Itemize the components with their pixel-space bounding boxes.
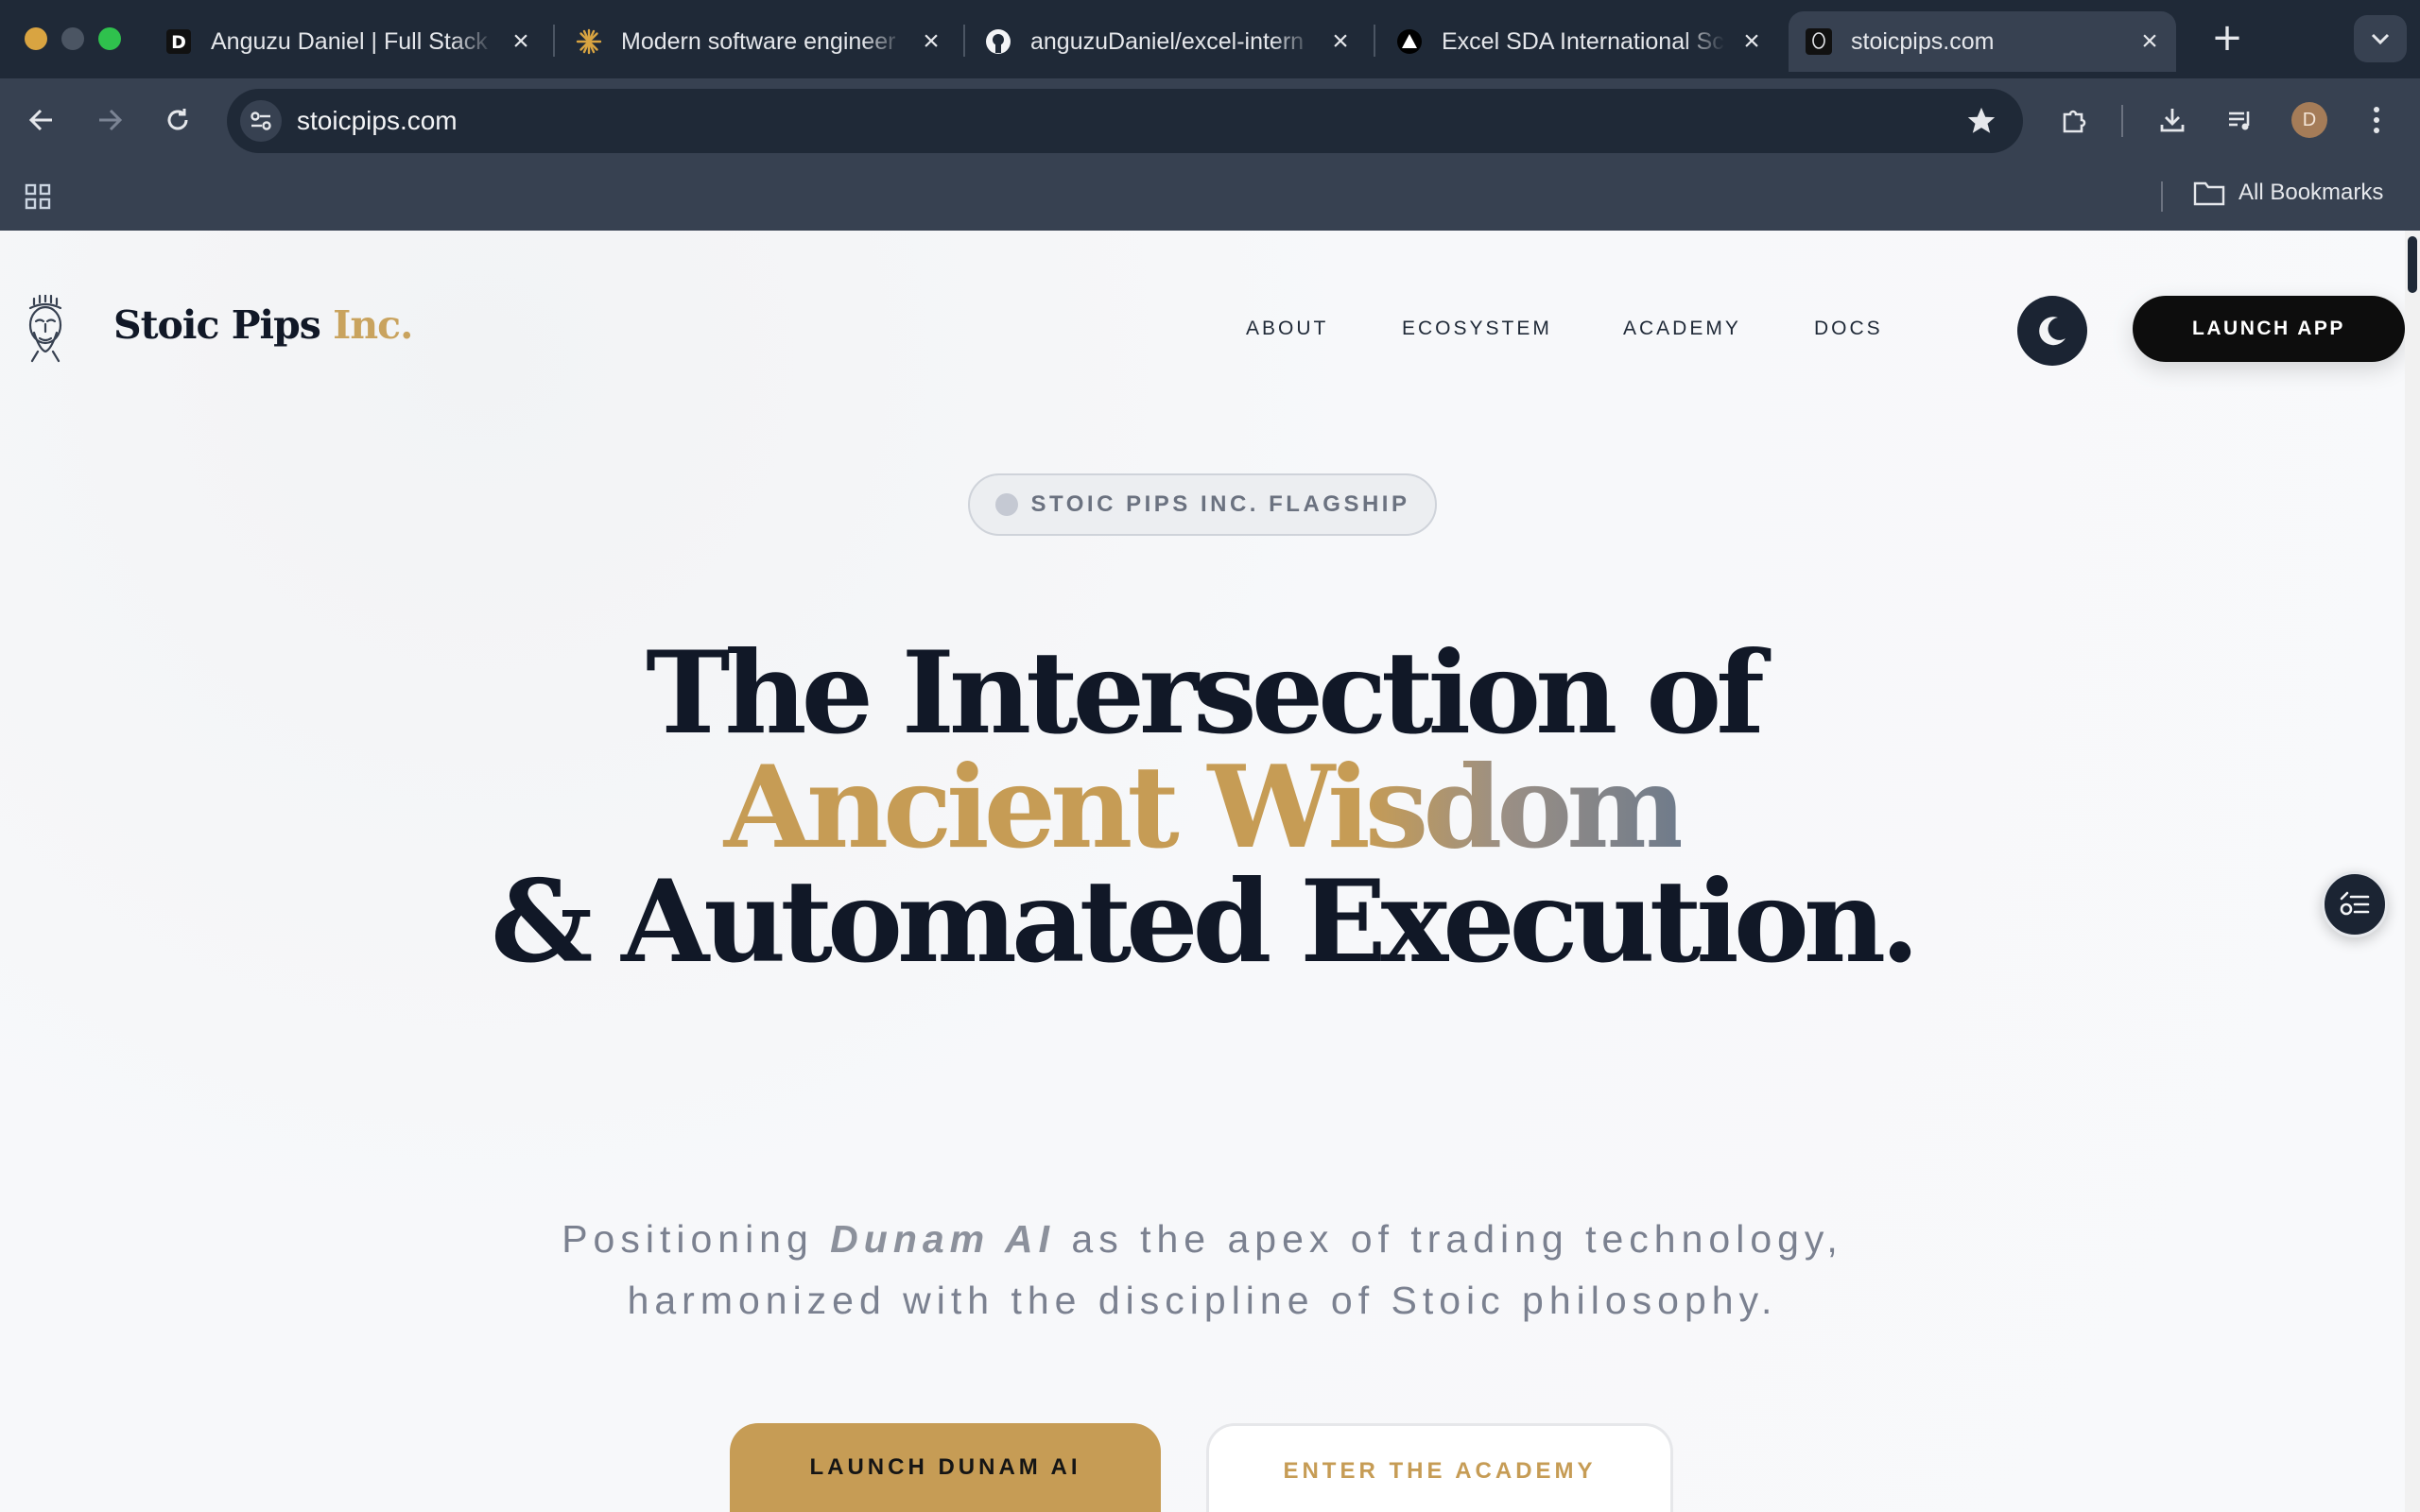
close-icon[interactable]: × xyxy=(1327,27,1354,56)
page-scrollbar[interactable] xyxy=(2405,231,2420,1512)
headline-line-2: Ancient Wisdom xyxy=(0,751,2405,865)
tab-anguzu-daniel[interactable]: D Anguzu Daniel | Full Stack × xyxy=(165,11,534,72)
triangle-icon xyxy=(1396,28,1423,55)
brand-suffix: Inc. xyxy=(333,302,413,348)
arrow-left-icon xyxy=(28,109,52,131)
browser-toolbar: stoicpips.com D xyxy=(0,78,2420,163)
new-tab-button[interactable]: + xyxy=(2210,16,2244,60)
bust-icon xyxy=(1806,28,1832,55)
flagship-badge: STOIC PIPS INC. FLAGSHIP xyxy=(968,473,1437,536)
forward-button[interactable] xyxy=(89,99,130,141)
bookmarks-separator xyxy=(2161,181,2163,212)
window-close-button[interactable] xyxy=(25,27,47,50)
tab-github-repo[interactable]: anguzuDaniel/excel-intern × xyxy=(985,11,1354,72)
stoic-bust-logo-icon[interactable] xyxy=(21,293,70,363)
nav-ecosystem[interactable]: ECOSYSTEM xyxy=(1402,318,1552,340)
more-vertical-icon xyxy=(2374,107,2379,133)
headline-line-1: The Intersection of xyxy=(646,627,1765,760)
queue-music-icon xyxy=(2229,112,2250,130)
reload-button[interactable] xyxy=(157,99,199,141)
address-bar[interactable]: stoicpips.com xyxy=(227,89,2023,153)
star-icon xyxy=(1967,107,1996,133)
launch-app-button[interactable]: LAUNCH APP xyxy=(2133,296,2405,362)
all-bookmarks-button[interactable]: All Bookmarks xyxy=(2193,180,2383,206)
svg-text:D: D xyxy=(171,32,186,53)
tab-stoicpips[interactable]: stoicpips.com × xyxy=(1789,11,2176,72)
bookmark-star-button[interactable] xyxy=(1962,102,2000,140)
badge-text: STOIC PIPS INC. FLAGSHIP xyxy=(1030,491,1410,517)
product-name: Dunam AI xyxy=(830,1217,1055,1261)
site-info-button[interactable] xyxy=(240,100,282,142)
tab-separator xyxy=(553,25,555,57)
subtitle-line-1: Positioning Dunam AI as the apex of trad… xyxy=(0,1217,2405,1262)
moon-icon xyxy=(2039,317,2066,346)
download-icon xyxy=(2160,109,2185,132)
subtitle-line-2: harmonized with the discipline of Stoic … xyxy=(627,1279,1778,1322)
media-controls-button[interactable] xyxy=(2220,99,2261,141)
subtitle-post: as the apex of trading technology, xyxy=(1055,1217,1843,1261)
downloads-button[interactable] xyxy=(2152,99,2193,141)
tab-title: anguzuDaniel/excel-intern xyxy=(1030,27,1305,55)
reload-icon xyxy=(167,109,188,130)
grid-icon xyxy=(25,183,51,210)
close-icon[interactable]: × xyxy=(508,27,534,56)
back-button[interactable] xyxy=(21,99,62,141)
launch-dunam-ai-button[interactable]: LAUNCH DUNAM AI xyxy=(730,1423,1161,1512)
url-text[interactable]: stoicpips.com xyxy=(297,106,458,136)
tab-title: Excel SDA International Sc xyxy=(1442,27,1724,55)
apps-button[interactable] xyxy=(21,180,55,214)
list-settings-icon xyxy=(2340,891,2370,916)
enter-academy-button[interactable]: ENTER THE ACADEMY xyxy=(1206,1423,1673,1512)
sunburst-icon xyxy=(576,28,602,55)
nav-academy[interactable]: ACADEMY xyxy=(1623,318,1741,340)
headline-gold: Ancient Wi xyxy=(723,741,1371,874)
badge-dot xyxy=(994,493,1018,516)
extensions-button[interactable] xyxy=(2053,99,2095,141)
headline-gradient: sdom xyxy=(1364,741,1686,874)
puzzle-icon xyxy=(2063,110,2086,133)
theme-toggle-button[interactable] xyxy=(2017,296,2087,366)
browser-menu-button[interactable] xyxy=(2360,99,2394,141)
tab-title: Modern software engineer xyxy=(621,27,896,55)
folder-icon xyxy=(2193,181,2225,206)
nav-about[interactable]: ABOUT xyxy=(1246,318,1328,340)
github-icon xyxy=(985,28,1011,55)
window-minimize-button[interactable] xyxy=(61,27,84,50)
tune-icon xyxy=(251,112,271,130)
nav-docs[interactable]: DOCS xyxy=(1814,318,1883,340)
tab-strip: D Anguzu Daniel | Full Stack × Modern so… xyxy=(0,0,2420,78)
tab-separator xyxy=(1374,25,1375,57)
floating-assistant-button[interactable] xyxy=(2322,871,2388,937)
close-icon[interactable]: × xyxy=(2136,27,2163,56)
profile-avatar[interactable]: D xyxy=(2291,102,2327,138)
tab-search-button[interactable] xyxy=(2354,15,2407,62)
headline-line-3: & Automated Execution. xyxy=(491,855,1920,988)
scrollbar-thumb[interactable] xyxy=(2408,236,2417,293)
close-icon[interactable]: × xyxy=(1738,27,1765,56)
tab-excel-sda[interactable]: Excel SDA International Sc × xyxy=(1396,11,1765,72)
subtitle-pre: Positioning xyxy=(562,1217,831,1261)
toolbar-separator xyxy=(2121,105,2123,137)
bookmarks-bar: All Bookmarks xyxy=(0,163,2420,231)
tab-title: stoicpips.com xyxy=(1851,27,1995,55)
close-icon[interactable]: × xyxy=(918,27,944,56)
arrow-right-icon xyxy=(99,109,123,131)
page-viewport: Stoic Pips Inc. ABOUT ECOSYSTEM ACADEMY … xyxy=(0,231,2405,1512)
brand-name: Stoic Pips xyxy=(113,302,321,348)
window-zoom-button[interactable] xyxy=(98,27,121,50)
letter-d-icon: D xyxy=(165,28,192,55)
all-bookmarks-label: All Bookmarks xyxy=(2238,180,2384,205)
brand-wordmark[interactable]: Stoic Pips Inc. xyxy=(113,302,413,348)
chevron-down-icon xyxy=(2371,33,2390,45)
tab-separator xyxy=(963,25,965,57)
tab-title: Anguzu Daniel | Full Stack xyxy=(211,27,488,55)
tab-modern-software-engineer[interactable]: Modern software engineer × xyxy=(576,11,944,72)
